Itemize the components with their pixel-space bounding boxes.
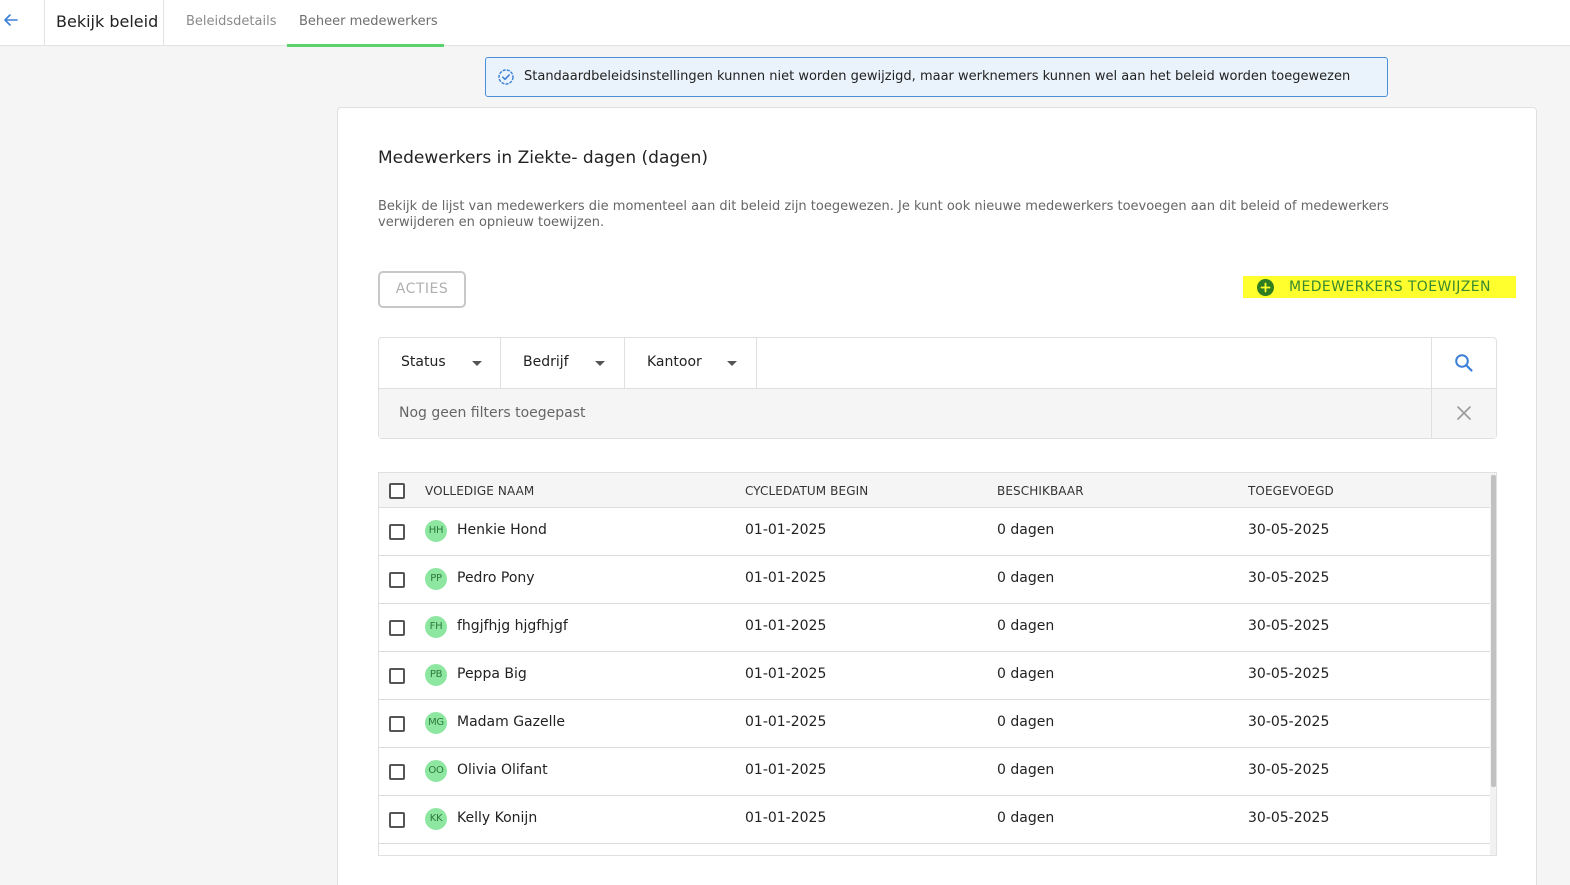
active-filters-row: Nog geen filters toegepast — [379, 389, 1496, 438]
status-filter-label: Status — [401, 354, 446, 370]
no-filters-text: Nog geen filters toegepast — [399, 405, 586, 421]
cycle-start-date: 01-01-2025 — [745, 762, 827, 778]
info-banner-text: Standaardbeleidsinstellingen kunnen niet… — [524, 69, 1351, 84]
available-days: 0 dagen — [997, 762, 1055, 778]
clear-filters-button[interactable] — [1431, 389, 1496, 438]
top-bar: Bekijk beleid Beleidsdetails Beheer mede… — [0, 0, 1570, 47]
added-date: 30-05-2025 — [1248, 522, 1330, 538]
table-row[interactable]: PB Peppa Big 01-01-2025 0 dagen 30-05-20… — [379, 652, 1491, 700]
cycle-start-date: 01-01-2025 — [745, 714, 827, 730]
column-header-available[interactable]: BESCHIKBAAR — [997, 484, 1084, 498]
info-banner: Standaardbeleidsinstellingen kunnen niet… — [485, 57, 1388, 97]
tab-manage-employees-label: Beheer medewerkers — [299, 14, 438, 29]
cycle-start-date: 01-01-2025 — [745, 618, 827, 634]
available-days: 0 dagen — [997, 810, 1055, 826]
table-row[interactable]: HH Henkie Hond 01-01-2025 0 dagen 30-05-… — [379, 508, 1491, 556]
available-days: 0 dagen — [997, 522, 1055, 538]
avatar: PB — [425, 664, 447, 686]
cycle-start-date: 01-01-2025 — [745, 810, 827, 826]
plus-circle-icon — [1257, 279, 1274, 296]
check-badge-icon — [498, 69, 514, 85]
row-checkbox[interactable] — [389, 524, 405, 540]
avatar: MG — [425, 712, 447, 734]
filter-row: Status Bedrijf Kantoor — [379, 338, 1496, 389]
arrow-left-icon — [4, 14, 18, 26]
actions-button[interactable]: ACTIES — [378, 271, 466, 308]
divider — [163, 0, 164, 46]
table-row[interactable]: FH fhgjfhjg hjgfhjgf 01-01-2025 0 dagen … — [379, 604, 1491, 652]
scrollbar-thumb[interactable] — [1491, 475, 1496, 787]
added-date: 30-05-2025 — [1248, 714, 1330, 730]
row-checkbox[interactable] — [389, 668, 405, 684]
table-header: VOLLEDIGE NAAM CYCLEDATUM BEGIN BESCHIKB… — [379, 473, 1491, 508]
avatar: FH — [425, 616, 447, 638]
avatar: OO — [425, 760, 447, 782]
card-description: Bekijk de lijst van medewerkers die mome… — [378, 199, 1389, 230]
table-row[interactable]: KK Kelly Konijn 01-01-2025 0 dagen 30-05… — [379, 796, 1491, 844]
caret-down-icon — [595, 361, 605, 366]
added-date: 30-05-2025 — [1248, 810, 1330, 826]
status-filter-dropdown[interactable]: Status — [379, 338, 501, 388]
avatar: KK — [425, 808, 447, 830]
cycle-start-date: 01-01-2025 — [745, 570, 827, 586]
avatar: PP — [425, 568, 447, 590]
employee-name[interactable]: Olivia Olifant — [457, 762, 548, 778]
company-filter-label: Bedrijf — [523, 354, 569, 370]
caret-down-icon — [472, 361, 482, 366]
added-date: 30-05-2025 — [1248, 570, 1330, 586]
search-button[interactable] — [1431, 338, 1496, 388]
cycle-start-date: 01-01-2025 — [745, 522, 827, 538]
available-days: 0 dagen — [997, 570, 1055, 586]
added-date: 30-05-2025 — [1248, 666, 1330, 682]
employee-name[interactable]: Henkie Hond — [457, 522, 547, 538]
added-date: 30-05-2025 — [1248, 618, 1330, 634]
office-filter-dropdown[interactable]: Kantoor — [625, 338, 757, 388]
tab-manage-employees[interactable]: Beheer medewerkers — [287, 0, 444, 47]
close-icon — [1457, 406, 1471, 420]
row-checkbox[interactable] — [389, 572, 405, 588]
added-date: 30-05-2025 — [1248, 762, 1330, 778]
row-checkbox[interactable] — [389, 716, 405, 732]
row-checkbox[interactable] — [389, 620, 405, 636]
available-days: 0 dagen — [997, 714, 1055, 730]
employee-name[interactable]: Peppa Big — [457, 666, 527, 682]
available-days: 0 dagen — [997, 618, 1055, 634]
table-row[interactable]: MG Madam Gazelle 01-01-2025 0 dagen 30-0… — [379, 700, 1491, 748]
row-checkbox[interactable] — [389, 764, 405, 780]
table-row[interactable]: PP Pedro Pony 01-01-2025 0 dagen 30-05-2… — [379, 556, 1491, 604]
back-button[interactable] — [0, 0, 45, 46]
table-row[interactable]: OO Olivia Olifant 01-01-2025 0 dagen 30-… — [379, 748, 1491, 796]
column-header-full-name[interactable]: VOLLEDIGE NAAM — [425, 484, 534, 498]
column-header-cycle-start[interactable]: CYCLEDATUM BEGIN — [745, 484, 868, 498]
caret-down-icon — [727, 361, 737, 366]
employees-card: Medewerkers in Ziekte- dagen (dagen) Bek… — [337, 107, 1537, 885]
employee-name[interactable]: Kelly Konijn — [457, 810, 537, 826]
page-title: Bekijk beleid — [56, 12, 159, 31]
filter-panel: Status Bedrijf Kantoor Nog geen filters … — [378, 337, 1497, 439]
employee-name[interactable]: Pedro Pony — [457, 570, 535, 586]
column-header-added[interactable]: TOEGEVOEGD — [1248, 484, 1334, 498]
office-filter-label: Kantoor — [647, 354, 702, 370]
assign-employees-label: MEDEWERKERS TOEWIJZEN — [1289, 279, 1491, 295]
tab-policy-details[interactable]: Beleidsdetails — [186, 0, 276, 46]
select-all-checkbox[interactable] — [389, 483, 405, 499]
employee-name[interactable]: Madam Gazelle — [457, 714, 565, 730]
avatar: HH — [425, 520, 447, 542]
search-icon — [1455, 354, 1473, 372]
cycle-start-date: 01-01-2025 — [745, 666, 827, 682]
row-checkbox[interactable] — [389, 812, 405, 828]
card-title: Medewerkers in Ziekte- dagen (dagen) — [378, 148, 709, 168]
company-filter-dropdown[interactable]: Bedrijf — [501, 338, 625, 388]
available-days: 0 dagen — [997, 666, 1055, 682]
employees-table: VOLLEDIGE NAAM CYCLEDATUM BEGIN BESCHIKB… — [378, 472, 1497, 856]
employee-name[interactable]: fhgjfhjg hjgfhjgf — [457, 618, 568, 634]
active-tab-indicator — [287, 44, 444, 47]
assign-employees-button[interactable]: MEDEWERKERS TOEWIJZEN — [1243, 276, 1516, 298]
